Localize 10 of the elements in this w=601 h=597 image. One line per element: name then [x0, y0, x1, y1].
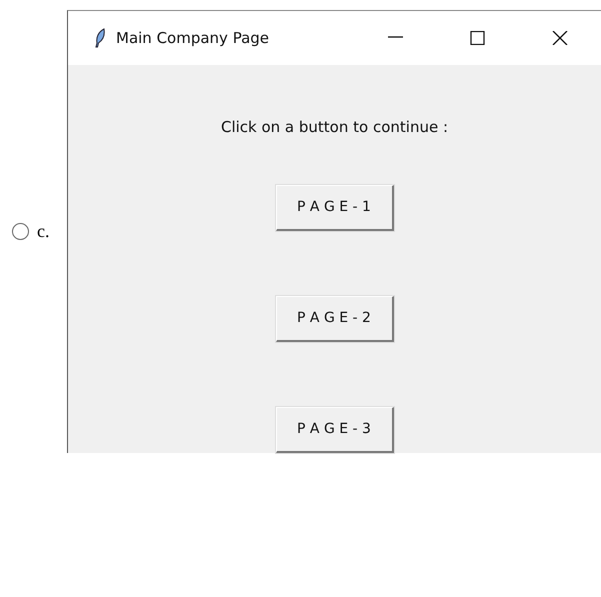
page-button[interactable]: P A G E - 3 [276, 406, 394, 452]
close-icon[interactable] [551, 31, 569, 45]
feather-icon [94, 28, 106, 48]
prompt-text: Click on a button to continue : [220, 117, 448, 138]
radio-button[interactable] [12, 222, 29, 240]
page-button[interactable]: P A G E - 2 [276, 296, 394, 342]
page-button[interactable]: P A G E - 1 [276, 184, 394, 230]
window-title: Main Company Page [116, 28, 270, 49]
maximize-icon[interactable] [469, 31, 487, 45]
option-label: c. [37, 220, 50, 243]
